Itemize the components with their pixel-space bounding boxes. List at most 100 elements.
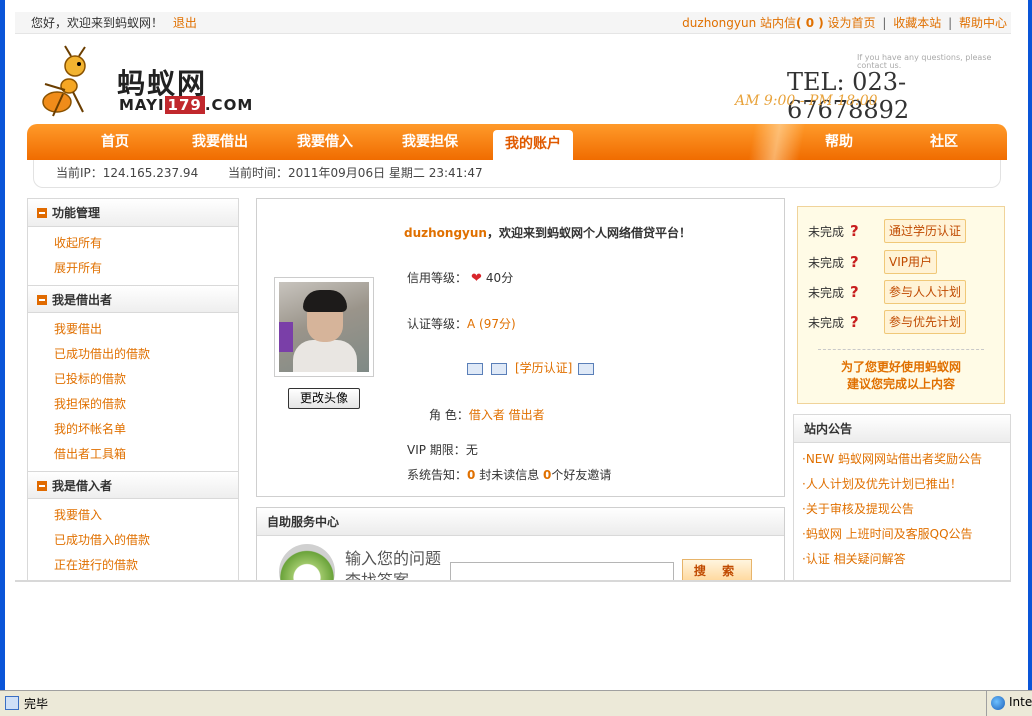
set-home-link[interactable]: 设为首页	[828, 16, 876, 30]
task-status-text: 未完成	[808, 286, 845, 300]
username-link[interactable]: duzhongyun	[682, 16, 756, 30]
notice-label: 系统告知：	[407, 468, 468, 482]
cert-value: A (97分)	[467, 317, 516, 331]
task-checklist: 未完成? 通过学历认证 未完成? VIP用户 未完成? 参与人人计划 未完成? …	[797, 206, 1005, 404]
nav-borrow[interactable]: 我要借入	[285, 124, 365, 160]
security-zone[interactable]: Inte	[986, 691, 1032, 716]
task-status-text: 未完成	[808, 316, 845, 330]
collapse-icon	[37, 208, 47, 218]
top-links: duzhongyun 站内信( 0 ) 设为首页 | 收藏本站 | 帮助中心	[682, 12, 1007, 34]
phone-cert-icon[interactable]	[491, 362, 507, 375]
announcement-item[interactable]: ·蚂蚁网 上班时间及客服QQ公告	[794, 522, 1010, 547]
announcement-item[interactable]: ·NEW 蚂蚁网网站借出者奖励公告	[794, 447, 1010, 472]
collapse-icon	[37, 481, 47, 491]
service-hours: AM 9:00 - PM 18:00	[735, 93, 878, 109]
task-status: 未完成?	[808, 219, 859, 243]
sidebar-section-title: 我是借入者	[52, 479, 113, 493]
service-center: 自助服务中心 输入您的问题 查找答案 搜 索	[256, 507, 785, 582]
sidebar-item[interactable]: 已投标的借款	[54, 367, 238, 392]
help-center-link[interactable]: 帮助中心	[959, 16, 1007, 30]
credit-label: 信用等级：	[407, 271, 468, 285]
zone-text: Inte	[1009, 695, 1032, 709]
role-row: 角 色：借入者 借出者	[429, 406, 545, 423]
announcement-item[interactable]: ·认证 相关疑问解答	[794, 547, 1010, 572]
task-status: 未完成?	[808, 280, 859, 304]
nav-guarantee[interactable]: 我要担保	[390, 124, 470, 160]
task-priority-plan-button[interactable]: 参与优先计划	[884, 310, 967, 334]
change-avatar-button[interactable]: 更改头像	[288, 388, 360, 409]
announcements-title: 站内公告	[794, 415, 1010, 443]
separator: |	[882, 16, 887, 30]
sidebar-list: 我要借入 已成功借入的借款 正在进行的借款	[28, 499, 238, 580]
inbox-count: ( 0 )	[796, 16, 824, 30]
sidebar-item-collapse-all[interactable]: 收起所有	[54, 231, 238, 256]
role-value: 借入者 借出者	[468, 408, 545, 422]
sidebar-item[interactable]: 我要借入	[54, 503, 238, 528]
sidebar-item[interactable]: 我的坏帐名单	[54, 417, 238, 442]
question-mark-icon: ?	[850, 313, 859, 331]
profile-welcome-text: ，欢迎来到蚂蚁网个人网络借贷平台！	[486, 226, 691, 240]
sidebar-item[interactable]: 借出者工具箱	[54, 442, 238, 467]
system-notice-row: 系统告知：0 封未读信息 0个好友邀请	[407, 466, 611, 483]
cert-label: 认证等级：	[407, 317, 468, 331]
computer-icon[interactable]	[578, 362, 595, 375]
task-note: 为了您更好使用蚂蚁网 建议您完成以上内容	[798, 359, 1004, 393]
sidebar-section-borrower[interactable]: 我是借入者	[28, 471, 238, 499]
sidebar-section-title: 功能管理	[52, 206, 101, 220]
task-status-text: 未完成	[808, 256, 845, 270]
prompt-line: 查找答案	[345, 571, 410, 582]
nav-lend[interactable]: 我要借出	[180, 124, 260, 160]
nav-help[interactable]: 帮助	[799, 124, 879, 160]
sidebar-section-title: 我是借出者	[52, 293, 113, 307]
sidebar-item[interactable]: 我要借出	[54, 317, 238, 342]
ant-logo-icon	[42, 45, 86, 117]
question-mark-icon: ?	[850, 283, 859, 301]
info-bar: 当前IP：124.165.237.94 当前时间：2011年09月06日 星期二…	[33, 160, 1001, 188]
divider	[818, 349, 984, 350]
sidebar-item-expand-all[interactable]: 展开所有	[54, 256, 238, 281]
unread-text: 封未读信息	[479, 468, 540, 482]
nav-my-account[interactable]: 我的账户	[493, 130, 573, 160]
announcement-list: ·NEW 蚂蚁网网站借出者奖励公告 ·人人计划及优先计划已推出！ ·关于审核及提…	[794, 443, 1010, 572]
globe-icon	[991, 696, 1005, 710]
logo-domain-number: 179	[164, 96, 205, 114]
sidebar-item[interactable]: 我担保的借款	[54, 392, 238, 417]
search-button[interactable]: 搜 索	[682, 559, 752, 580]
service-prompt: 输入您的问题 查找答案	[345, 548, 441, 582]
task-renren-plan-button[interactable]: 参与人人计划	[884, 280, 967, 304]
page-icon	[5, 696, 19, 710]
question-search-input[interactable]	[450, 562, 674, 580]
announcements-panel: 站内公告 ·NEW 蚂蚁网网站借出者奖励公告 ·人人计划及优先计划已推出！ ·关…	[793, 414, 1011, 580]
education-cert-link[interactable]: [学历认证]	[515, 361, 572, 375]
collapse-icon	[37, 295, 47, 305]
logo-domain: MAYI 179 .COM	[119, 96, 253, 114]
logo-domain-prefix: MAYI	[119, 96, 165, 114]
current-ip: 当前IP：124.165.237.94	[56, 166, 199, 180]
bookmark-link[interactable]: 收藏本站	[893, 16, 941, 30]
id-card-icon[interactable]	[467, 362, 483, 375]
sidebar-section-lender[interactable]: 我是借出者	[28, 285, 238, 313]
inbox-link[interactable]: 站内信( 0 )	[760, 16, 824, 30]
announcement-item[interactable]: ·关于审核及提现公告	[794, 497, 1010, 522]
task-edu-cert-button[interactable]: 通过学历认证	[884, 219, 967, 243]
announcement-item[interactable]: ·人人计划及优先计划已推出！	[794, 472, 1010, 497]
sidebar-list: 我要借出 已成功借出的借款 已投标的借款 我担保的借款 我的坏帐名单 借出者工具…	[28, 313, 238, 471]
unread-count[interactable]: 0	[467, 468, 475, 482]
separator: |	[948, 16, 953, 30]
task-vip-button[interactable]: VIP用户	[884, 250, 937, 274]
sidebar-item[interactable]: 正在进行的借款	[54, 553, 238, 578]
task-note-line: 建议您完成以上内容	[846, 377, 955, 391]
sidebar-section-function[interactable]: 功能管理	[28, 199, 238, 227]
task-status: 未完成?	[808, 250, 859, 274]
sidebar-item[interactable]: 已成功借出的借款	[54, 342, 238, 367]
site-logo[interactable]: 蚂蚁网 MAYI 179 .COM	[35, 44, 252, 118]
web-page: 您好，欢迎来到蚂蚁网！ 退出 duzhongyun 站内信( 0 ) 设为首页 …	[15, 0, 1011, 582]
sidebar-item[interactable]: 已成功借入的借款	[54, 528, 238, 553]
avatar	[274, 277, 374, 377]
role-label: 角 色：	[429, 408, 469, 422]
nav-community[interactable]: 社区	[904, 124, 984, 160]
nav-home[interactable]: 首页	[75, 124, 155, 160]
logout-link[interactable]: 退出	[173, 16, 197, 30]
question-icon	[279, 544, 335, 580]
heart-icon: ❤	[471, 271, 482, 286]
